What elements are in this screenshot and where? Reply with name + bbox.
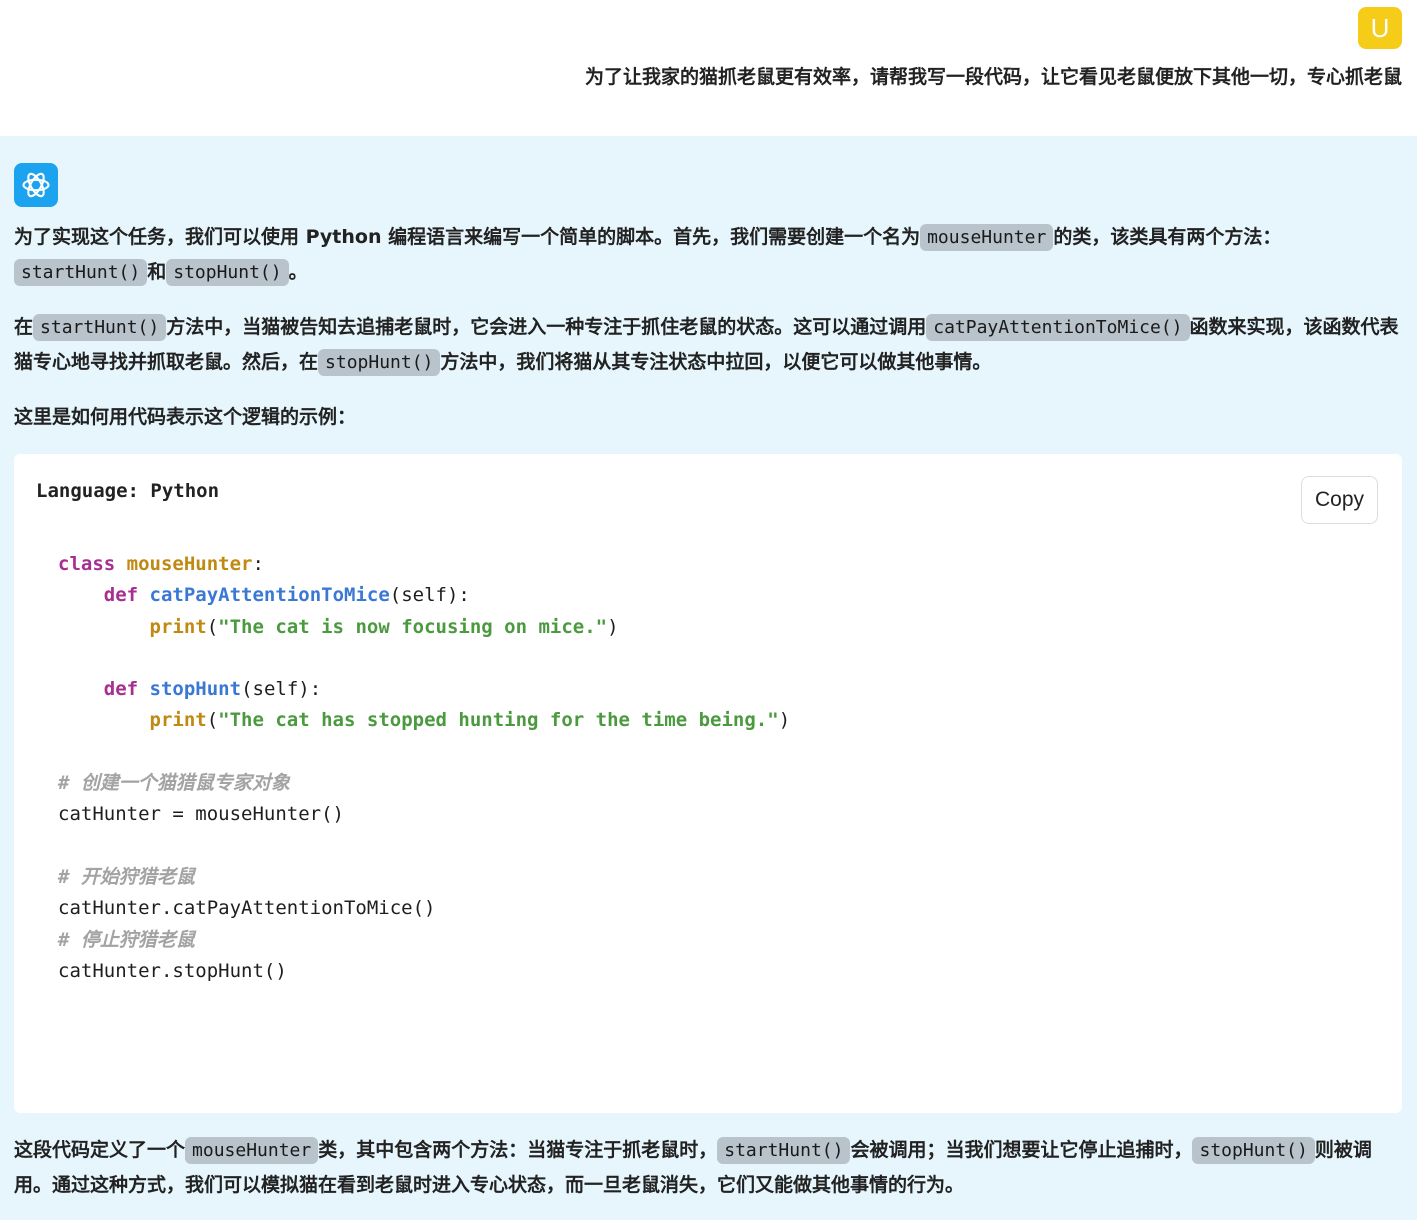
code-token: catPayAttentionToMice	[149, 584, 390, 607]
user-message-row: U 为了让我家的猫抓老鼠更有效率，请帮我写一段代码，让它看见老鼠便放下其他一切，…	[0, 0, 1417, 136]
code-line: catHunter.stopHunt()	[58, 959, 287, 982]
code-token: print	[149, 709, 207, 732]
code-content: class mouseHunter: def catPayAttentionTo…	[58, 553, 791, 982]
code-block: Language: Python Copy class mouseHunter:…	[14, 454, 1402, 1113]
code-token: (self):	[241, 678, 322, 701]
code-token: :	[252, 553, 264, 575]
text: 会被调用；当我们想要让它停止追捕时，	[850, 1139, 1193, 1161]
inline-code: stopHunt()	[318, 349, 441, 376]
code-token: def	[103, 584, 139, 607]
answer-paragraph-4: 这段代码定义了一个 mouseHunter 类，其中包含两个方法：当猫专注于抓老鼠时…	[14, 1133, 1404, 1202]
inline-code: mouseHunter	[185, 1137, 319, 1164]
code-token: def	[103, 678, 139, 701]
text: 为了实现这个任务，我们可以使用 Python 编程语言来编写一个简单的脚本。首先…	[14, 226, 921, 248]
code-line: catHunter.catPayAttentionToMice()	[58, 897, 436, 920]
inline-code: stopHunt()	[166, 259, 289, 286]
answer-paragraph-3: 这里是如何用代码表示这个逻辑的示例：	[14, 406, 357, 428]
text: 类，其中包含两个方法：当猫专注于抓老鼠时，	[318, 1139, 718, 1161]
answer-paragraph-1: 为了实现这个任务，我们可以使用 Python 编程语言来编写一个简单的脚本。首先…	[14, 220, 1404, 290]
text: 方法中，当猫被告知去追捕老鼠时，它会进入一种专注于抓住老鼠的状态。这可以通过调用	[166, 316, 927, 338]
openai-logo-icon	[14, 163, 58, 207]
code-language-label: Language: Python	[36, 480, 220, 502]
inline-code: mouseHunter	[920, 224, 1054, 251]
openai-logo-icon-glyph	[22, 172, 50, 198]
code-token: "The cat has stopped hunting for the tim…	[218, 709, 779, 732]
user-avatar: U	[1358, 7, 1402, 49]
inline-code: startHunt()	[717, 1137, 851, 1164]
code-comment: # 创建一个猫猎鼠专家对象	[58, 772, 290, 795]
text: 和	[147, 261, 167, 283]
inline-code: startHunt()	[14, 259, 148, 286]
user-message-text: 为了让我家的猫抓老鼠更有效率，请帮我写一段代码，让它看见老鼠便放下其他一切，专心…	[584, 66, 1402, 88]
code-comment: # 停止狩猎老鼠	[58, 928, 195, 951]
answer-paragraph-2: 在 startHunt() 方法中，当猫被告知去追捕老鼠时，它会进入一种专注于抓住老…	[14, 310, 1404, 380]
text: 这段代码定义了一个	[14, 1139, 186, 1161]
code-token: "The cat is now focusing on mice."	[218, 615, 608, 638]
inline-code: startHunt()	[33, 314, 167, 341]
text: 在	[14, 316, 34, 338]
assistant-message-row: 为了实现这个任务，我们可以使用 Python 编程语言来编写一个简单的脚本。首先…	[0, 136, 1417, 1220]
text: 。	[288, 261, 308, 283]
text: 方法中，我们将猫从其专注状态中拉回，以便它可以做其他事情。	[440, 351, 992, 373]
code-token: stopHunt	[149, 678, 242, 701]
code-token: (self):	[389, 584, 470, 607]
code-comment: # 开始狩猎老鼠	[58, 865, 195, 888]
code-token: class	[58, 553, 116, 575]
text: 的类，该类具有两个方法：	[1053, 226, 1282, 248]
code-token: mouseHunter	[126, 553, 253, 575]
inline-code: catPayAttentionToMice()	[926, 314, 1190, 341]
inline-code: stopHunt()	[1192, 1137, 1315, 1164]
copy-button[interactable]: Copy	[1301, 476, 1378, 524]
code-token: print	[149, 615, 207, 638]
code-line: catHunter = mouseHunter()	[58, 803, 344, 826]
